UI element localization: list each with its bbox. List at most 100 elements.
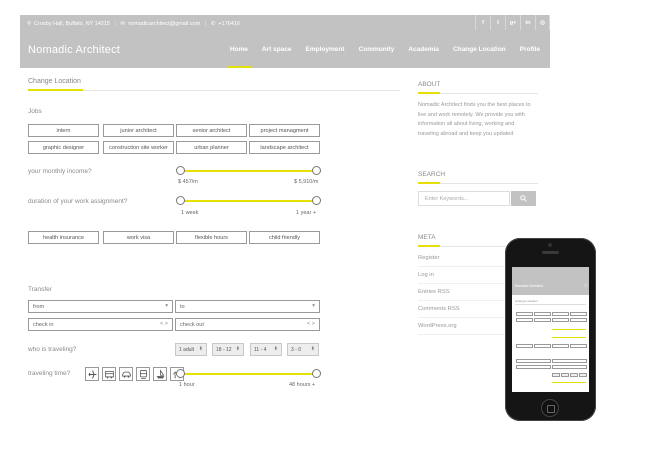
contact-email[interactable]: nomadicarchitect@gmail.com (128, 21, 200, 27)
to-select[interactable]: to ▾ (175, 300, 320, 313)
slider-max-handle[interactable] (312, 369, 321, 378)
mobile-chip (552, 318, 569, 322)
job-option[interactable]: construction site worker (103, 141, 174, 154)
check-in-placeholder: check in (33, 321, 54, 328)
travel-time-question: traveling time? (28, 370, 71, 377)
slider-track (180, 170, 317, 172)
travelers-question: who is traveling? (28, 346, 77, 353)
search-input[interactable]: Enter Keywords... (418, 191, 510, 206)
mobile-select (579, 373, 587, 377)
meta-link-comments-rss[interactable]: Comments RSS (418, 306, 460, 312)
income-slider[interactable] (176, 166, 321, 176)
slider-max-handle[interactable] (312, 166, 321, 175)
date-arrows-icon[interactable]: < > (307, 321, 315, 327)
vehicle-option[interactable] (102, 367, 116, 381)
travel-time-slider[interactable] (176, 369, 321, 379)
select-arrows-icon: ⬍ (310, 346, 315, 352)
main-nav: Home Art space Employment Community Academia… (216, 46, 540, 68)
nav-item-community[interactable]: Community (359, 46, 395, 53)
vehicle-option[interactable] (119, 367, 133, 381)
contact-bar: ⚲ Crosby Hall, Buffalo, NY 14215 | ✉ nomad… (27, 21, 243, 27)
contact-divider: | (114, 21, 116, 27)
job-option[interactable]: urban planner (176, 141, 247, 154)
mobile-chip (534, 318, 551, 322)
perk-option[interactable]: health insurance (28, 231, 99, 244)
nav-item-change-location[interactable]: Change Location (453, 46, 506, 53)
nav-item-home[interactable]: Home (226, 46, 251, 68)
hamburger-icon: ☰ (584, 284, 587, 288)
slider-min-handle[interactable] (176, 196, 185, 205)
select-arrows-icon: ⬍ (198, 346, 203, 352)
contact-address: Crosby Hall, Buffalo, NY 14215 (34, 21, 110, 27)
from-select[interactable]: from ▾ (28, 300, 173, 313)
instagram-icon[interactable]: ◎ (535, 15, 550, 30)
mobile-slider (552, 337, 586, 338)
mobile-chip (516, 312, 533, 316)
check-out-field[interactable]: check out < > (175, 318, 320, 331)
site-header: ⚲ Crosby Hall, Buffalo, NY 14215 | ✉ nomad… (20, 15, 550, 68)
traveler-select[interactable]: 11 - 4 ⬍ (250, 343, 282, 356)
perk-option[interactable]: work visa (103, 231, 174, 244)
about-heading: ABOUT (418, 81, 441, 88)
nav-item-profile[interactable]: Profile (520, 46, 540, 53)
vehicle-option[interactable] (85, 367, 99, 381)
search-button[interactable] (511, 191, 536, 206)
vehicle-option[interactable] (136, 367, 150, 381)
traveler-select-value: 1 adult (179, 346, 195, 353)
car-icon (121, 371, 131, 378)
perk-option[interactable]: child friendly (249, 231, 320, 244)
traveler-select[interactable]: 1 adult ⬍ (175, 343, 207, 356)
job-option[interactable]: junior architect (103, 124, 174, 137)
search-accent (418, 182, 440, 184)
meta-link-wordpress-org[interactable]: WordPress.org (418, 323, 457, 329)
job-option[interactable]: graphic designer (28, 141, 99, 154)
contact-phone[interactable]: +176416 (218, 21, 240, 27)
title-accent (28, 89, 83, 91)
airplane-icon (88, 369, 96, 379)
job-option[interactable]: intern (28, 124, 99, 137)
mobile-chip (516, 318, 533, 322)
phone-mockup: Nomadic Architect ☰ Change Location (505, 238, 596, 421)
meta-link-log-in[interactable]: Log in (418, 272, 434, 278)
date-arrows-icon[interactable]: < > (160, 321, 168, 327)
twitter-icon[interactable]: t (490, 15, 505, 30)
location-icon: ⚲ (27, 21, 32, 27)
phone-home-button (541, 399, 559, 417)
contact-divider: | (204, 21, 207, 27)
mobile-slider (552, 382, 586, 383)
phone-icon: ✆ (210, 21, 216, 27)
perk-option[interactable]: flexible hours (176, 231, 247, 244)
meta-link-entries-rss[interactable]: Entries RSS (418, 289, 450, 295)
job-option[interactable]: senior architect (176, 124, 247, 137)
check-out-placeholder: check out (180, 321, 204, 328)
slider-min-handle[interactable] (176, 166, 185, 175)
jobs-label: Jobs (28, 108, 42, 115)
mobile-chip (534, 312, 551, 316)
vehicle-option[interactable] (153, 367, 167, 381)
nav-item-academia[interactable]: Academia (408, 46, 439, 53)
nav-item-art-space[interactable]: Art space (262, 46, 292, 53)
select-arrows-icon: ⬍ (235, 346, 240, 352)
mobile-field (552, 359, 587, 363)
mobile-select (570, 373, 578, 377)
job-option[interactable]: project managment (249, 124, 320, 137)
site-brand[interactable]: Nomadic Architect (28, 44, 120, 56)
meta-link-register[interactable]: Register (418, 255, 440, 261)
transfer-label: Transfer (28, 286, 52, 293)
nav-item-employment[interactable]: Employment (306, 46, 345, 53)
linkedin-icon[interactable]: in (520, 15, 535, 30)
traveler-select[interactable]: 18 - 12 ⬍ (212, 343, 244, 356)
google-plus-icon[interactable]: g+ (505, 15, 520, 30)
chevron-down-icon: ▾ (312, 303, 315, 309)
slider-max-handle[interactable] (312, 196, 321, 205)
duration-slider[interactable] (176, 196, 321, 206)
check-in-field[interactable]: check in < > (28, 318, 173, 331)
mobile-select (561, 373, 569, 377)
job-option[interactable]: landscape architect (249, 141, 320, 154)
mobile-chip (534, 344, 551, 348)
traveler-select[interactable]: 3 - 0 ⬍ (287, 343, 319, 356)
facebook-icon[interactable]: f (475, 15, 490, 30)
mobile-field (516, 365, 551, 369)
slider-min-handle[interactable] (176, 369, 185, 378)
mobile-chip (570, 312, 587, 316)
